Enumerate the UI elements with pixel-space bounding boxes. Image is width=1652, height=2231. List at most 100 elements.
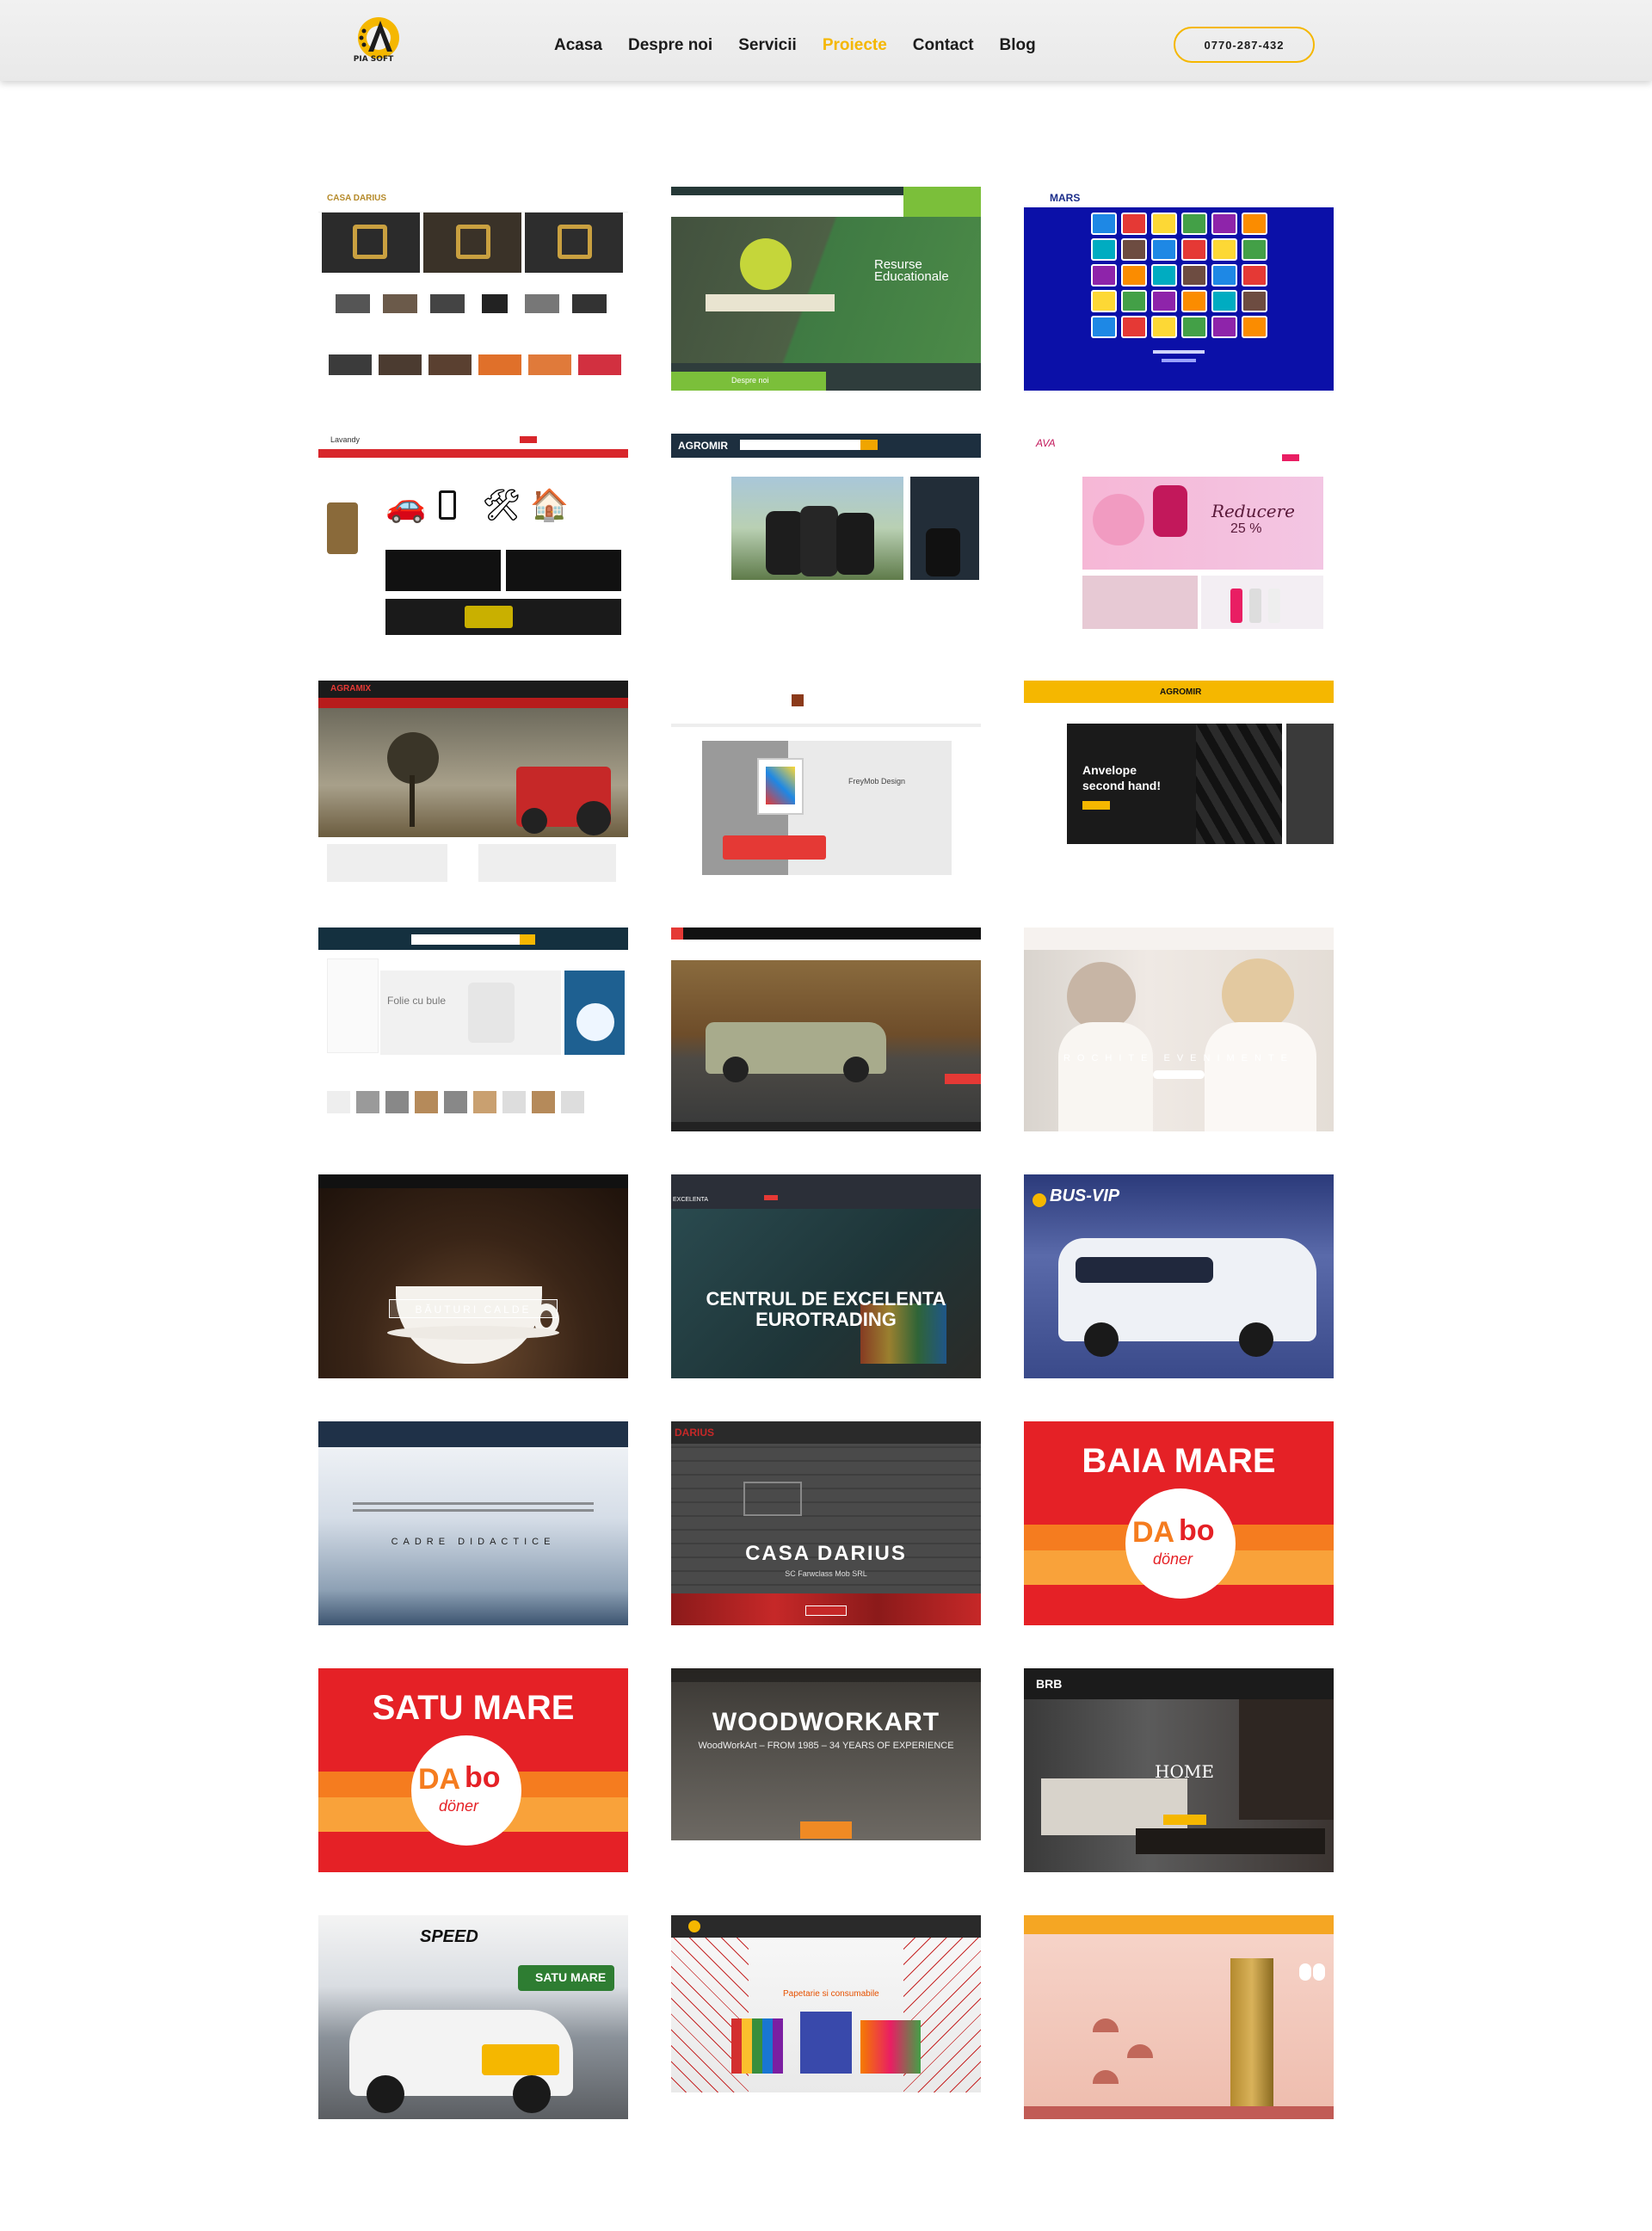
brand-bo: bo	[465, 1761, 501, 1794]
brand-logo-tile	[1242, 264, 1267, 287]
brand-doner: döner	[439, 1797, 479, 1815]
project-tile-rochite[interactable]: ROCHITE EVENIMENTE	[1024, 928, 1334, 1131]
nav-item-blog[interactable]: Blog	[1000, 36, 1036, 55]
project-title-line1: CENTRUL DE EXCELENTA	[706, 1288, 946, 1310]
project-caption: CADRE DIDACTICE	[391, 1537, 556, 1547]
project-tile-ava-cosmetics[interactable]: AVA Reducere 25 %	[1024, 434, 1334, 638]
promo-line1: Reducere	[1211, 501, 1296, 521]
project-caption: ROCHITE EVENIMENTE	[1063, 1053, 1295, 1063]
project-title-line2: second hand!	[1082, 779, 1162, 792]
brand-bo: bo	[1179, 1514, 1215, 1547]
project-logo: BUS-VIP	[1050, 1186, 1120, 1205]
project-tile-bus-vip[interactable]: BUS-VIP	[1024, 1174, 1334, 1378]
project-caption: HOME	[1155, 1761, 1214, 1782]
brand-logo-tile	[1181, 264, 1207, 287]
project-tile-bauturi-calde[interactable]: BĂUTURI CALDE	[318, 1174, 628, 1378]
project-sign: SATU MARE	[535, 1970, 607, 1984]
brand-logo-tile	[1211, 290, 1237, 312]
brand-logo-tile	[1151, 238, 1177, 261]
tools-icon: 🛠	[482, 487, 521, 522]
promo-line2: 25 %	[1230, 521, 1262, 536]
project-tile-agramix[interactable]: AGRAMIX	[318, 681, 628, 884]
brand-logo-tile	[1091, 290, 1117, 312]
brand-logo-tile	[1181, 213, 1207, 235]
project-caption: BĂUTURI CALDE	[415, 1303, 532, 1316]
brand-logo-tile	[1121, 290, 1147, 312]
project-logo: AGROMIR	[1160, 687, 1202, 697]
brand-logo-tile	[1211, 213, 1237, 235]
brand-da: DA	[1132, 1516, 1175, 1549]
brand-logo-tile	[1242, 290, 1267, 312]
house-icon: 🏠	[530, 487, 569, 522]
logo-text: PIA SOFT	[353, 55, 394, 64]
project-logo: AGROMIR	[678, 440, 728, 452]
brand-doner: döner	[1153, 1550, 1193, 1568]
brand-logo-grid	[1091, 213, 1268, 342]
nav-item-contact[interactable]: Contact	[913, 36, 974, 55]
nav-item-despre-noi[interactable]: Despre noi	[628, 36, 712, 55]
site-logo[interactable]: PIA SOFT	[353, 12, 404, 69]
brand-logo-tile	[1211, 264, 1237, 287]
projects-gallery: CASA DARIUS Resurse Educationale Despre …	[318, 187, 1334, 2119]
project-tile-eurotrading[interactable]: EXCELENTA CENTRUL DE EXCELENTA EUROTRADI…	[671, 1174, 981, 1378]
project-tile-dabo-satu-mare[interactable]: SATU MARE DA bo döner	[318, 1668, 628, 1872]
nav-item-servicii[interactable]: Servicii	[738, 36, 797, 55]
brand-logo-tile	[1242, 316, 1267, 338]
project-caption: FreyMob Design	[848, 777, 906, 786]
project-title: CASA DARIUS	[745, 1542, 907, 1565]
brand-logo-tile	[1151, 264, 1177, 287]
brand-logo-tile	[1091, 264, 1117, 287]
project-brand: SPEED	[420, 1927, 478, 1946]
project-logo: MARS	[1050, 192, 1081, 204]
project-tile-agromir-anvelope[interactable]: AGROMIR Anvelope second hand!	[1024, 681, 1334, 884]
site-header: PIA SOFT Acasa Despre noi Servicii Proie…	[0, 0, 1652, 81]
brand-logo-tile	[1151, 290, 1177, 312]
project-title-line1: Anvelope	[1082, 763, 1137, 777]
project-tile-casa-darius[interactable]: DARIUS CASA DARIUS SC Farwclass Mob SRL	[671, 1421, 981, 1625]
brand-logo-tile	[1121, 264, 1147, 287]
project-tile-mars[interactable]: MARS	[1024, 187, 1334, 391]
banner-text: Folie cu bule	[387, 995, 447, 1007]
project-subtitle: WoodWorkArt – FROM 1985 – 34 YEARS OF EX…	[698, 1741, 954, 1751]
project-caption: Papetarie si consumabile	[783, 1989, 879, 1999]
project-title-line2: EUROTRADING	[755, 1309, 897, 1330]
project-tile-woodworkart[interactable]: WOODWORKART WoodWorkArt – FROM 1985 – 34…	[671, 1668, 981, 1872]
brand-logo-tile	[1091, 213, 1117, 235]
project-tile-ambalaje[interactable]: Folie cu bule	[318, 928, 628, 1131]
brand-da: DA	[418, 1763, 461, 1796]
project-logo: Lavandy	[330, 435, 361, 444]
project-tile-auto-lancia[interactable]	[671, 928, 981, 1131]
project-tile-brb-home[interactable]: BRB HOME	[1024, 1668, 1334, 1872]
brand-logo-tile	[1151, 213, 1177, 235]
project-tile-interior-pink[interactable]	[1024, 1915, 1334, 2119]
brand-logo-tile	[1091, 238, 1117, 261]
project-tile-speed-taxi[interactable]: SPEED SATU MARE	[318, 1915, 628, 2119]
project-city: BAIA MARE	[1082, 1442, 1276, 1480]
brand-logo-tile	[1151, 316, 1177, 338]
nav-item-proiecte[interactable]: Proiecte	[823, 36, 887, 55]
project-title-line2: Educationale	[874, 269, 949, 284]
project-tile-lavandy-auto[interactable]: Lavandy 🚗 🛠 🏠	[318, 434, 628, 638]
car-icon: 🚗	[385, 488, 427, 524]
project-tile-cadre-didactice[interactable]: CADRE DIDACTICE	[318, 1421, 628, 1625]
project-tile-dabo-baia-mare[interactable]: BAIA MARE DA bo döner	[1024, 1421, 1334, 1625]
brand-logo-tile	[1091, 316, 1117, 338]
project-logo: AVA	[1036, 437, 1056, 449]
project-title: WOODWORKART	[712, 1708, 940, 1736]
phone-button[interactable]: 0770-287-432	[1174, 27, 1315, 63]
brand-logo-tile	[1211, 316, 1237, 338]
brand-logo-tile	[1181, 316, 1207, 338]
project-tile-agromir-tires[interactable]: AGROMIR	[671, 434, 981, 638]
brand-logo-tile	[1121, 316, 1147, 338]
project-logo: EXCELENTA	[673, 1197, 709, 1203]
project-tile-freymob[interactable]: FreyMob Design	[671, 681, 981, 884]
project-subtitle: SC Farwclass Mob SRL	[785, 1569, 867, 1578]
project-tile-resurse-educationale[interactable]: Resurse Educationale Despre noi	[671, 187, 981, 391]
main-nav: Acasa Despre noi Servicii Proiecte Conta…	[554, 36, 1062, 55]
brand-logo-tile	[1211, 238, 1237, 261]
nav-item-acasa[interactable]: Acasa	[554, 36, 602, 55]
project-logo: DARIUS	[675, 1427, 715, 1439]
project-logo: AGRAMIX	[330, 684, 372, 693]
project-tile-casa-darius-shop[interactable]: CASA DARIUS	[318, 187, 628, 391]
project-tile-papetarie[interactable]: Papetarie si consumabile	[671, 1915, 981, 2119]
